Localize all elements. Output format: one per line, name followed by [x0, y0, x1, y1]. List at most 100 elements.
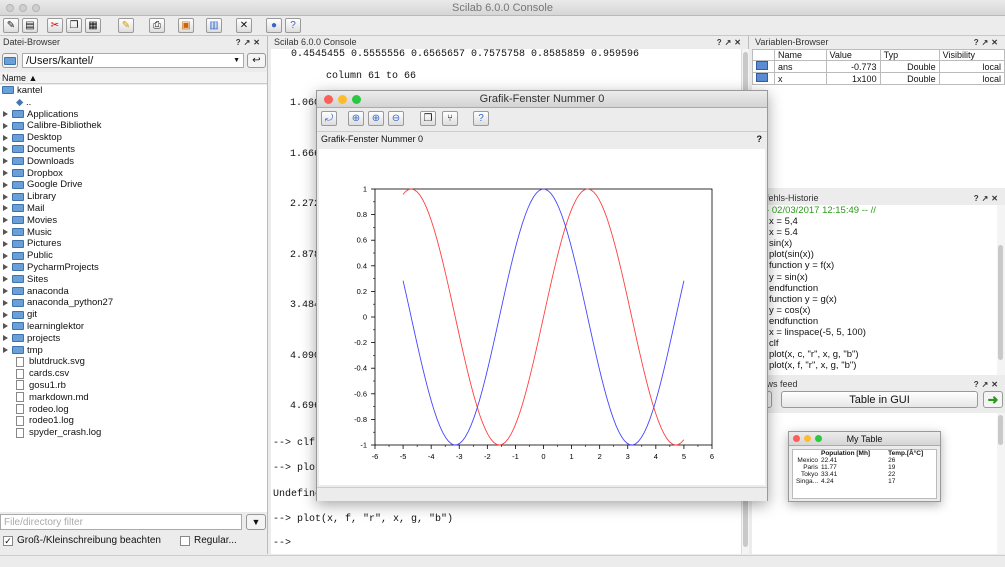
news-scrollbar[interactable]: [997, 413, 1005, 554]
file-item[interactable]: markdown.md: [0, 392, 267, 404]
demos-icon[interactable]: ●: [266, 18, 282, 33]
copy-icon[interactable]: ❐: [66, 18, 82, 33]
datatip-icon[interactable]: ❐: [420, 111, 436, 126]
module-manager-icon[interactable]: ✕: [236, 18, 252, 33]
expand-arrow-icon[interactable]: [3, 335, 8, 342]
case-checkbox[interactable]: ✓: [3, 536, 13, 546]
history-line[interactable]: clf: [769, 338, 997, 349]
expand-arrow-icon[interactable]: [3, 347, 8, 354]
expand-arrow-icon[interactable]: [3, 158, 8, 165]
col-visibility[interactable]: Visibility: [938, 49, 1005, 61]
file-item[interactable]: gosu1.rb: [0, 380, 267, 392]
help-icon[interactable]: ?: [285, 18, 301, 33]
go-button[interactable]: ↩: [247, 53, 266, 68]
open-folder-icon[interactable]: ▤: [22, 18, 38, 33]
expand-arrow-icon[interactable]: [3, 111, 8, 118]
expand-arrow-icon[interactable]: [3, 264, 8, 271]
folder-item[interactable]: Applications: [0, 109, 267, 121]
panel-controls[interactable]: ?↗✕: [974, 192, 1001, 205]
expand-arrow-icon[interactable]: [3, 193, 8, 200]
panel-controls[interactable]: ?↗✕: [974, 36, 1001, 49]
table-minimize-button[interactable]: [804, 435, 811, 442]
folder-item[interactable]: learninglektor: [0, 321, 267, 333]
table-row[interactable]: Paris 11.77 19: [793, 464, 936, 471]
expand-arrow-icon[interactable]: [3, 252, 8, 259]
panel-controls[interactable]: ?↗✕: [974, 378, 1001, 391]
folder-item[interactable]: Sites: [0, 274, 267, 286]
history-line[interactable]: function y = g(x): [769, 294, 997, 305]
console-prompt[interactable]: -->: [273, 538, 291, 549]
expand-arrow-icon[interactable]: [3, 217, 8, 224]
graphic-help-mark[interactable]: ?: [757, 132, 763, 147]
expand-arrow-icon[interactable]: [3, 181, 8, 188]
panel-controls[interactable]: ?↗✕: [717, 36, 744, 49]
new-file-icon[interactable]: ✎: [3, 18, 19, 33]
history-list[interactable]: // -- 02/03/2017 12:15:49 -- //x = 5,4 x …: [752, 205, 997, 375]
print-icon[interactable]: ⎙: [149, 18, 165, 33]
table-close-button[interactable]: [793, 435, 800, 442]
history-line[interactable]: // -- 02/03/2017 12:15:49 -- //: [755, 205, 997, 216]
expand-arrow-icon[interactable]: [3, 146, 8, 153]
expand-arrow-icon[interactable]: [3, 229, 8, 236]
table-row[interactable]: Singa... 4.24 17: [793, 478, 936, 485]
graphic-minimize-button[interactable]: [338, 95, 347, 104]
name-column-header[interactable]: Name ▲: [0, 72, 267, 84]
col-name[interactable]: Name: [774, 49, 827, 61]
paste-icon[interactable]: ▦: [85, 18, 101, 33]
folder-item[interactable]: Calibre-Bibliothek: [0, 120, 267, 132]
filter-input[interactable]: File/directory filter: [0, 514, 242, 530]
folder-item[interactable]: Music: [0, 227, 267, 239]
folder-item[interactable]: Movies: [0, 215, 267, 227]
plot-canvas[interactable]: -6 -5 -4 -3 -2 -1 0 1 2 3 4 5 6 1 0.8 0.6 0.4 0.2 0 -0.2 -0.…: [319, 149, 765, 485]
table-in-gui-button[interactable]: Table in GUI: [781, 391, 978, 408]
history-line[interactable]: x = 5,4: [769, 216, 997, 227]
expand-arrow-icon[interactable]: [3, 170, 8, 177]
tree-up[interactable]: ◆ ..: [0, 97, 267, 109]
history-line[interactable]: y = sin(x): [769, 272, 997, 283]
zoom-window-button[interactable]: [32, 4, 40, 12]
change-dir-icon[interactable]: ✎: [118, 18, 134, 33]
folder-item[interactable]: Library: [0, 191, 267, 203]
file-item[interactable]: spyder_crash.log: [0, 427, 267, 439]
folder-item[interactable]: PycharmProjects: [0, 262, 267, 274]
folder-item[interactable]: tmp: [0, 345, 267, 357]
expand-arrow-icon[interactable]: [3, 276, 8, 283]
history-line[interactable]: y = cos(x): [769, 305, 997, 316]
folder-item[interactable]: Desktop: [0, 132, 267, 144]
history-line[interactable]: x = linspace(-5, 5, 100): [769, 327, 997, 338]
expand-arrow-icon[interactable]: [3, 240, 8, 247]
graphic-zoom-button[interactable]: [352, 95, 361, 104]
folder-item[interactable]: anaconda_python27: [0, 297, 267, 309]
zoom-in-icon[interactable]: ⊕: [368, 111, 384, 126]
folder-item[interactable]: projects: [0, 333, 267, 345]
graphic-close-button[interactable]: [324, 95, 333, 104]
regex-checkbox[interactable]: [180, 536, 190, 546]
folder-item[interactable]: Dropbox: [0, 168, 267, 180]
table-row[interactable]: Mexico 22.41 26: [793, 457, 936, 464]
folder-item[interactable]: git: [0, 309, 267, 321]
expand-arrow-icon[interactable]: [3, 288, 8, 295]
col-type[interactable]: Typ: [879, 49, 940, 61]
table-row[interactable]: Tokyo 33.41 22: [793, 471, 936, 478]
history-scrollbar[interactable]: [997, 205, 1005, 375]
news-next-arrow-icon[interactable]: ➜: [983, 391, 1003, 408]
col-value[interactable]: Value: [825, 49, 881, 61]
expand-arrow-icon[interactable]: [3, 134, 8, 141]
table-zoom-button[interactable]: [815, 435, 822, 442]
filter-funnel-icon[interactable]: ▼: [246, 514, 266, 530]
folder-up-button[interactable]: [2, 53, 18, 68]
cut-icon[interactable]: ✂: [47, 18, 63, 33]
history-line[interactable]: endfunction: [769, 283, 997, 294]
table-row[interactable]: x 1x100 Double local: [752, 72, 1005, 85]
table-row[interactable]: ans -0.773 Double local: [752, 60, 1005, 73]
file-item[interactable]: rodeo1.log: [0, 415, 267, 427]
history-line[interactable]: x = 5.4: [769, 227, 997, 238]
history-line[interactable]: plot(sin(x)): [769, 249, 997, 260]
scinotes-icon[interactable]: ▥: [206, 18, 222, 33]
history-line[interactable]: sin(x): [769, 238, 997, 249]
applications-icon[interactable]: ▣: [178, 18, 194, 33]
zoom-icon[interactable]: ⊕: [348, 111, 364, 126]
zoom-out-icon[interactable]: ⊖: [388, 111, 404, 126]
expand-arrow-icon[interactable]: [3, 205, 8, 212]
panel-controls[interactable]: ?↗✕: [236, 36, 263, 49]
